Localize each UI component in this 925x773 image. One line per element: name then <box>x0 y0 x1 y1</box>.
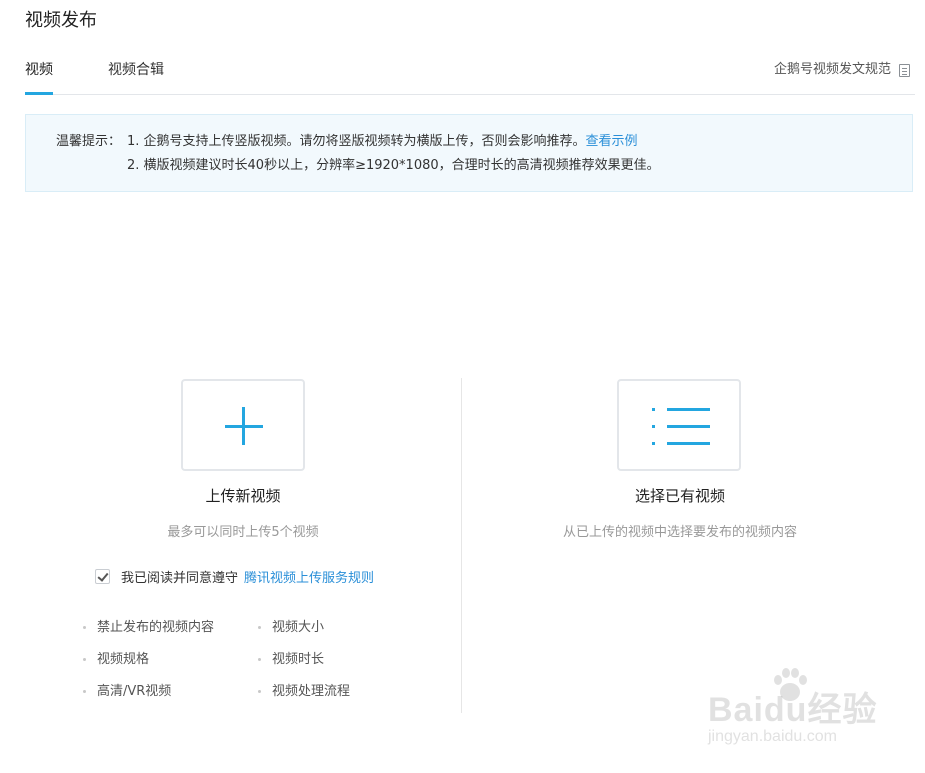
publish-spec-link[interactable]: 企鹅号视频发文规范 <box>774 58 910 82</box>
rule-link-processing-flow[interactable]: 视频处理流程 <box>272 683 350 701</box>
agreement-text: 我已阅读并同意遵守 <box>121 570 239 586</box>
page-title: 视频发布 <box>25 10 97 31</box>
tab-video-collection-label: 视频合辑 <box>108 62 164 78</box>
active-tab-indicator <box>25 92 53 95</box>
agreement-row: 我已阅读并同意遵守 腾讯视频上传服务规则 <box>95 567 374 586</box>
rule-link-hd-vr[interactable]: 高清/VR视频 <box>97 683 171 701</box>
tab-video[interactable]: 视频 <box>25 58 53 95</box>
document-icon <box>899 63 910 77</box>
notice-label: 温馨提示： <box>56 134 122 149</box>
paw-icon <box>774 668 807 701</box>
bullet-icon <box>83 626 86 629</box>
rule-link-video-size[interactable]: 视频大小 <box>272 619 324 637</box>
vertical-divider <box>461 378 462 713</box>
notice-line-1: 1. 企鹅号支持上传竖版视频。请勿将竖版视频转为横版上传，否则会影响推荐。查看示… <box>127 133 638 151</box>
select-existing-desc: 从已上传的视频中选择要发布的视频内容 <box>562 525 797 540</box>
select-existing-video-button[interactable] <box>617 379 741 471</box>
baidu-jingyan-watermark: Baidu经验 jingyan.baidu.com <box>708 668 878 752</box>
upload-title: 上传新视频 <box>205 487 281 505</box>
rule-link-prohibited-content[interactable]: 禁止发布的视频内容 <box>97 619 214 637</box>
upload-new-video-button[interactable] <box>181 379 305 471</box>
bullet-icon <box>83 658 86 661</box>
publish-spec-label: 企鹅号视频发文规范 <box>773 62 891 77</box>
service-rules-link[interactable]: 腾讯视频上传服务规则 <box>244 567 374 586</box>
tab-video-label: 视频 <box>25 62 53 78</box>
rule-link-video-duration[interactable]: 视频时长 <box>272 651 324 669</box>
agreement-checkbox[interactable] <box>95 568 110 584</box>
bullet-icon <box>258 626 261 629</box>
bullet-icon <box>258 690 261 693</box>
notice-line-2: 2. 横版视频建议时长40秒以上，分辨率≥1920*1080，合理时长的高清视频… <box>127 158 660 173</box>
tab-bar: 视频 视频合辑 企鹅号视频发文规范 <box>25 58 915 95</box>
bullet-icon <box>83 690 86 693</box>
upload-desc: 最多可以同时上传5个视频 <box>167 525 319 540</box>
select-existing-title: 选择已有视频 <box>634 487 725 505</box>
rule-link-video-specs[interactable]: 视频规格 <box>97 651 149 669</box>
tab-video-collection[interactable]: 视频合辑 <box>108 58 164 94</box>
view-example-link[interactable]: 查看示例 <box>586 134 638 149</box>
watermark-brand: Baidu经验 <box>708 691 878 729</box>
notice-line-1-text: 1. 企鹅号支持上传竖版视频。请勿将竖版视频转为横版上传，否则会影响推荐。 <box>127 134 586 149</box>
watermark-url: jingyan.baidu.com <box>708 728 837 745</box>
notice-panel: 温馨提示： 1. 企鹅号支持上传竖版视频。请勿将竖版视频转为横版上传，否则会影响… <box>25 114 913 192</box>
bullet-icon <box>258 658 261 661</box>
